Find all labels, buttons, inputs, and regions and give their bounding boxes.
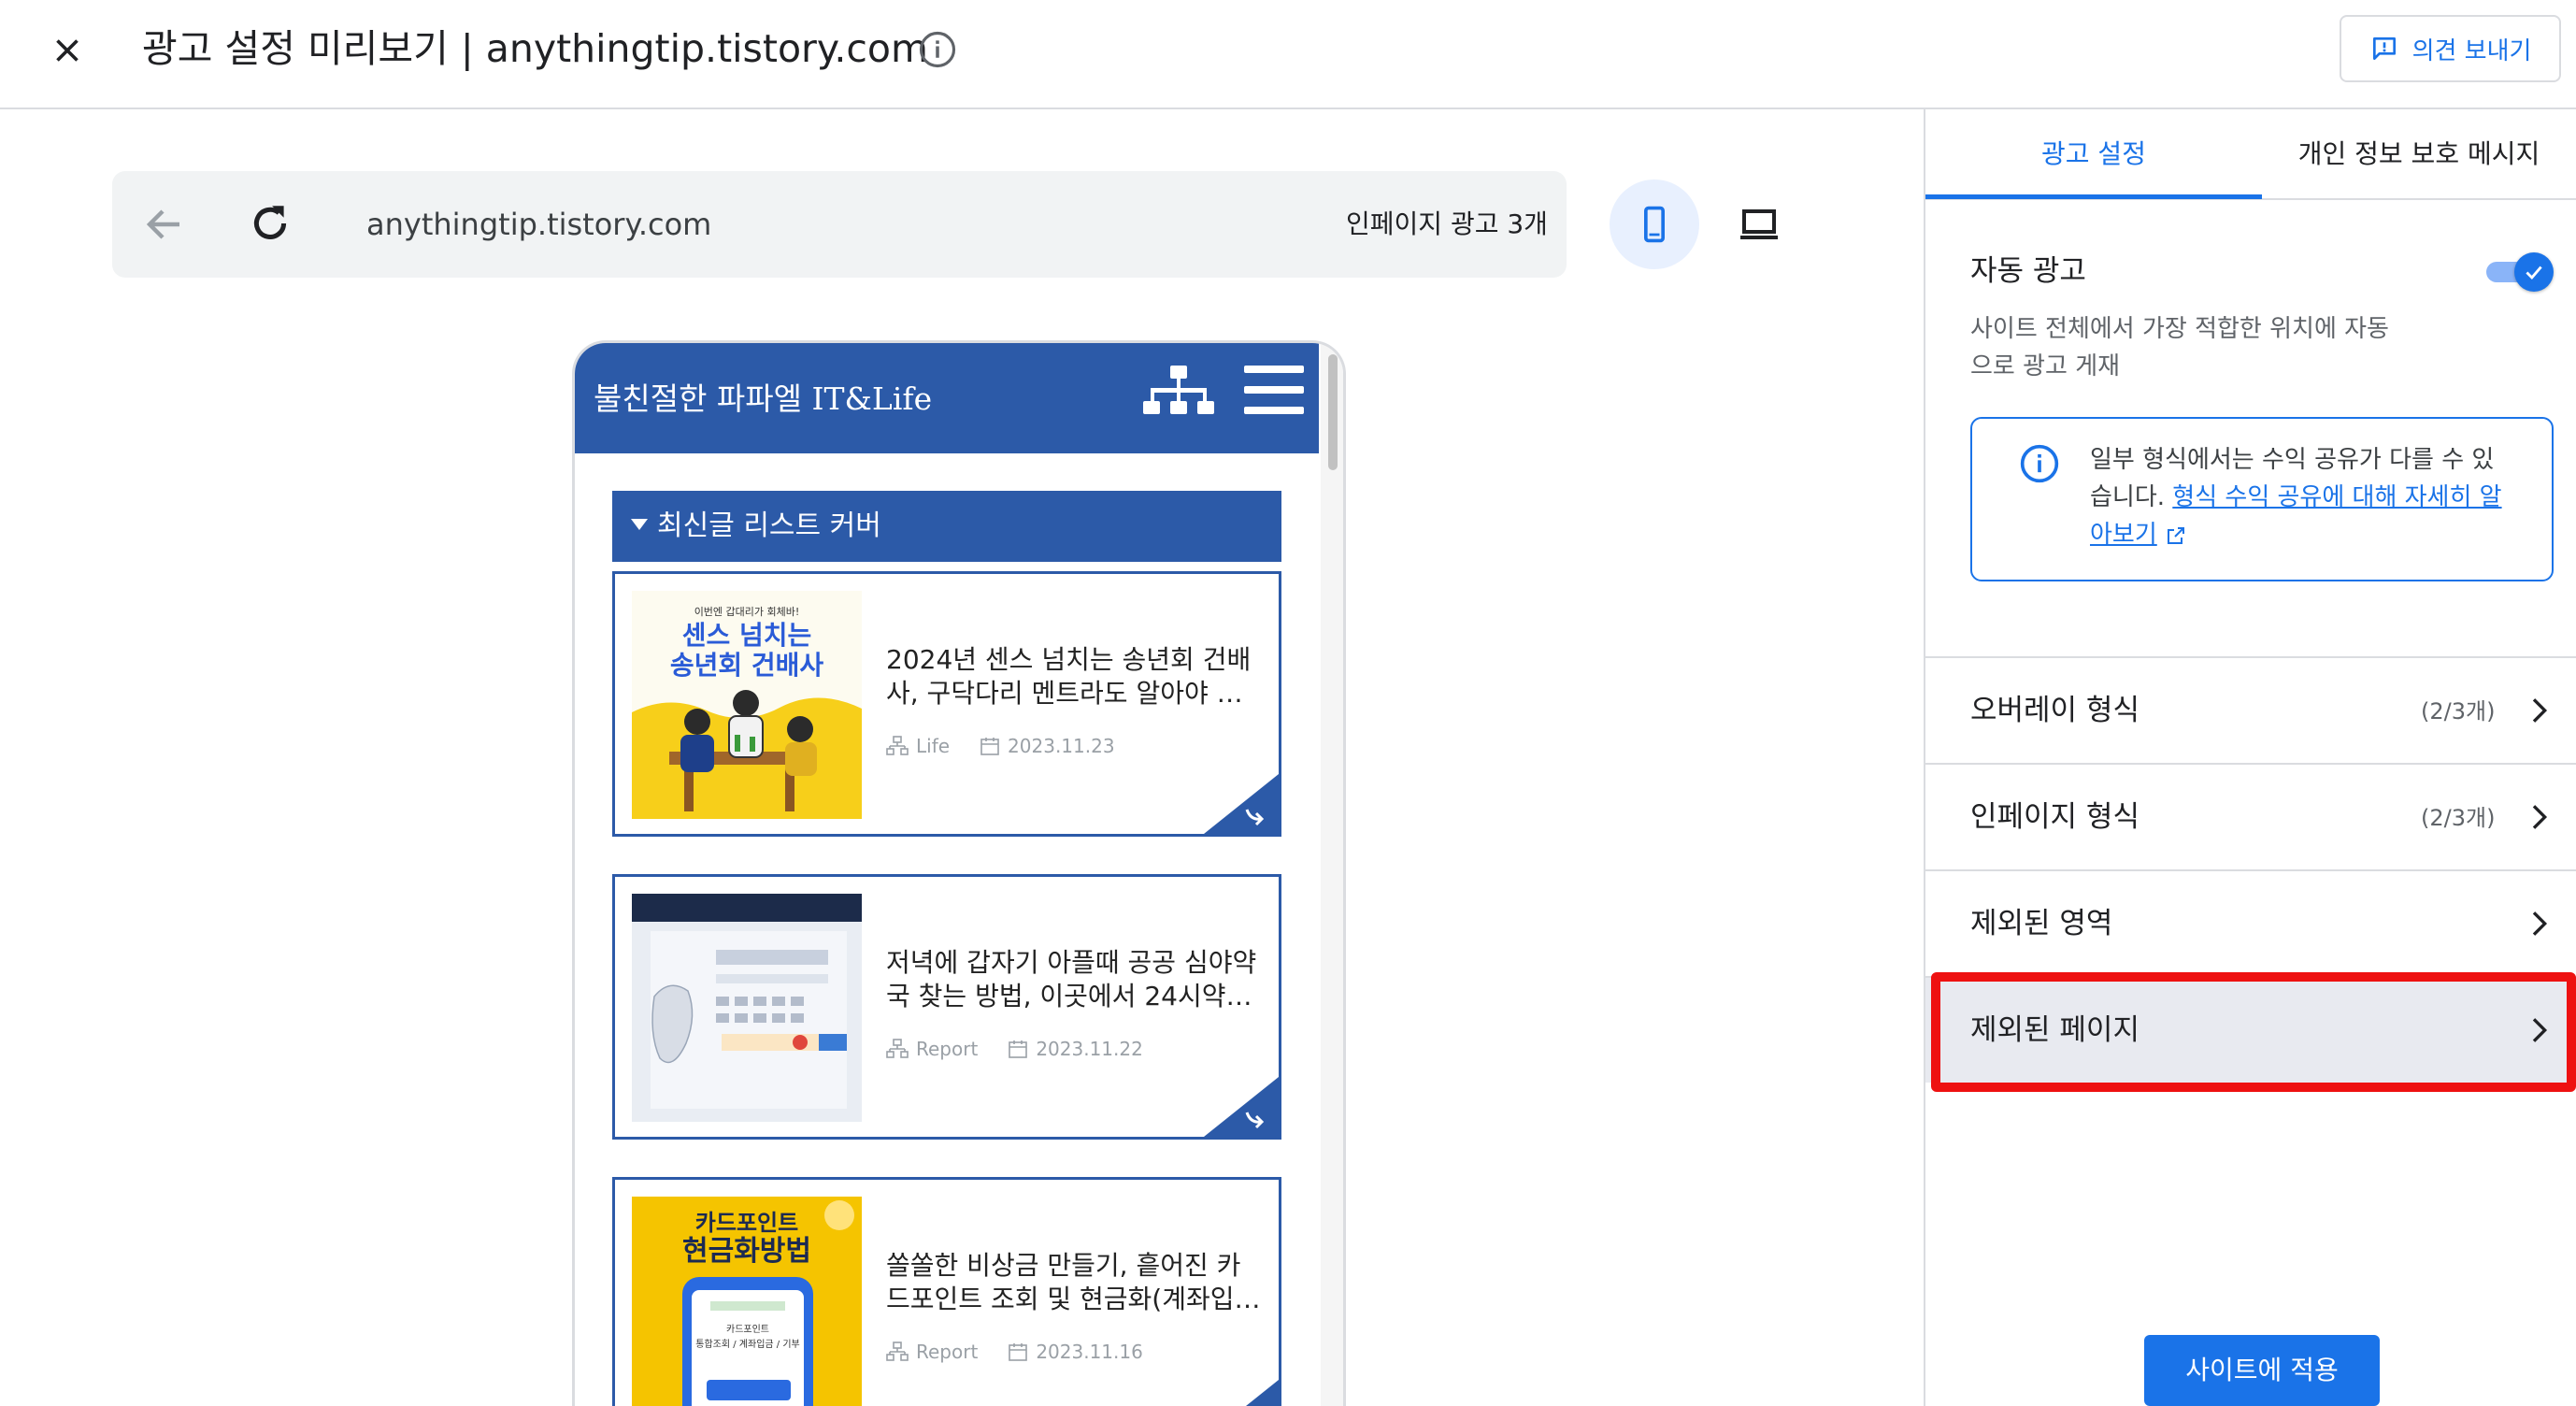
highlight-box	[1931, 972, 2576, 1092]
chevron-right-icon	[2532, 805, 2548, 829]
info-text-line2: 습니다.	[2090, 483, 2166, 511]
thumbnail-phone-text-2: 통합조회 / 계좌입금 / 기부	[695, 1340, 800, 1350]
desktop-view-button[interactable]	[1714, 179, 1804, 269]
page-title: 광고 설정 미리보기 | anythingtip.tistory.com	[142, 26, 928, 71]
post-meta: Life 2023.11.23	[886, 735, 1115, 757]
post-title-line1: 쏠쏠한 비상금 만들기, 흩어진 카	[886, 1250, 1241, 1281]
calendar-icon	[1009, 1343, 1028, 1361]
share-corner-icon[interactable]	[1204, 1077, 1279, 1137]
post-date: 2023.11.16	[1036, 1341, 1143, 1363]
preview-scroll-thumb[interactable]	[1328, 354, 1338, 470]
auto-ads-description-line2: 으로 광고 게재	[1970, 352, 2121, 380]
row-label: 오버레이 형식	[1970, 694, 2140, 727]
hamburger-menu-icon[interactable]	[1244, 364, 1304, 418]
calendar-icon	[1009, 1040, 1028, 1058]
blog-header: 불친절한 파파엘 IT&Life	[575, 343, 1319, 453]
top-bar: 광고 설정 미리보기 | anythingtip.tistory.com 의견 …	[0, 0, 2576, 109]
apply-to-site-button[interactable]: 사이트에 적용	[2144, 1335, 2380, 1406]
post-meta: Report 2023.11.16	[886, 1341, 1143, 1363]
post-title: 저녁에 갑자기 아플때 공공 심야약 국 찾는 방법, 이곳에서 24시약…	[886, 946, 1269, 1013]
auto-ads-toggle[interactable]	[2486, 252, 2554, 292]
section-label: 최신글 리스트 커버	[657, 509, 881, 542]
row-excluded-areas[interactable]: 제외된 영역	[1925, 869, 2576, 976]
category-icon	[886, 1039, 909, 1058]
toggle-knob	[2514, 252, 2554, 292]
laptop-icon	[1740, 209, 1778, 239]
row-count: (2/3개)	[2421, 698, 2496, 725]
post-category: Report	[916, 1038, 979, 1060]
category-icon	[886, 1341, 909, 1361]
post-title-line2: 사, 구닥다리 멘트라도 알아야 …	[886, 678, 1243, 709]
back-arrow-icon[interactable]	[142, 202, 187, 247]
post-title: 2024년 센스 넘치는 송년회 건배 사, 구닥다리 멘트라도 알아야 …	[886, 643, 1269, 710]
triangle-down-icon	[631, 518, 648, 530]
post-card[interactable]: 이번엔 갑대리가 회체바! 센스 넘치는 송년회 건배사 2024년 센스 넘치…	[612, 571, 1281, 837]
active-tab-indicator	[1925, 194, 2262, 199]
mobile-view-button[interactable]	[1610, 179, 1699, 269]
close-button[interactable]	[45, 28, 90, 73]
revenue-share-info-box: 일부 형식에서는 수익 공유가 다를 수 있 습니다. 형식 수익 공유에 대해…	[1970, 417, 2554, 581]
post-meta: Report 2023.11.22	[886, 1038, 1143, 1060]
post-date: 2023.11.22	[1036, 1038, 1143, 1060]
close-icon	[56, 39, 79, 62]
calendar-icon	[980, 738, 999, 755]
post-thumbnail: 카드포인트 현금화방법 카드포인트 통합조회 / 계좌입금 / 기부	[632, 1197, 862, 1406]
tab-privacy-messages[interactable]: 개인 정보 보호 메시지	[2262, 131, 2576, 198]
auto-ads-title: 자동 광고	[1970, 254, 2086, 288]
post-thumbnail	[632, 894, 862, 1122]
thumbnail-caption: 이번엔 갑대리가 회체바!	[694, 606, 800, 618]
sitemap-icon[interactable]	[1143, 366, 1214, 425]
info-text: 일부 형식에서는 수익 공유가 다를 수 있 습니다. 형식 수익 공유에 대해…	[2090, 441, 2529, 553]
inpage-ad-count: 인페이지 광고 3개	[1346, 208, 1548, 239]
post-title-line2: 국 찾는 방법, 이곳에서 24시약…	[886, 981, 1252, 1011]
post-card[interactable]: 저녁에 갑자기 아플때 공공 심야약 국 찾는 방법, 이곳에서 24시약… R…	[612, 874, 1281, 1140]
row-count: (2/3개)	[2421, 805, 2496, 831]
row-overlay-formats[interactable]: 오버레이 형식 (2/3개)	[1925, 656, 2576, 763]
row-label: 인페이지 형식	[1970, 800, 2140, 834]
post-title-line1: 2024년 센스 넘치는 송년회 건배	[886, 644, 1252, 675]
share-corner-icon[interactable]	[1204, 774, 1279, 834]
blog-title[interactable]: 불친절한 파파엘 IT&Life	[594, 377, 932, 422]
check-icon	[2526, 265, 2542, 280]
thumbnail-headline-2: 송년회 건배사	[669, 650, 824, 681]
open-in-new-icon[interactable]	[2165, 524, 2187, 547]
share-corner-icon[interactable]	[1204, 1380, 1279, 1406]
reload-icon[interactable]	[247, 200, 293, 247]
category-icon	[886, 736, 909, 755]
post-title: 쏠쏠한 비상금 만들기, 흩어진 카 드포인트 조회 및 현금화(계좌입…	[886, 1249, 1269, 1316]
learn-more-link[interactable]: 형식 수익 공유에 대해 자세히 알	[2172, 483, 2501, 511]
thumbnail-headline-1: 카드포인트	[694, 1210, 799, 1236]
learn-more-link-continued[interactable]: 아보기	[2090, 521, 2157, 549]
post-category: Life	[916, 735, 951, 757]
preview-url: anythingtip.tistory.com	[366, 207, 712, 242]
info-text-line1: 일부 형식에서는 수익 공유가 다를 수 있	[2090, 446, 2495, 474]
chevron-right-icon	[2532, 698, 2548, 723]
thumbnail-headline-1: 센스 넘치는	[681, 620, 812, 651]
post-title-line2: 드포인트 조회 및 현금화(계좌입…	[886, 1284, 1261, 1314]
send-feedback-label: 의견 보내기	[2411, 36, 2532, 65]
thumbnail-headline-2: 현금화방법	[682, 1235, 811, 1268]
feedback-icon	[2372, 37, 2396, 60]
post-thumbnail: 이번엔 갑대리가 회체바! 센스 넘치는 송년회 건배사	[632, 591, 862, 819]
info-icon[interactable]	[918, 30, 957, 69]
info-icon	[2020, 444, 2059, 483]
post-card[interactable]: 카드포인트 현금화방법 카드포인트 통합조회 / 계좌입금 / 기부 쏠쏠한 비…	[612, 1177, 1281, 1406]
row-inpage-formats[interactable]: 인페이지 형식 (2/3개)	[1925, 763, 2576, 869]
pharmacy-map-screenshot	[632, 894, 862, 1122]
row-label: 제외된 영역	[1970, 907, 2113, 940]
tab-ad-settings[interactable]: 광고 설정	[1925, 131, 2262, 198]
chevron-right-icon	[2532, 911, 2548, 936]
auto-ads-description: 사이트 전체에서 가장 적합한 위치에 자동 으로 광고 게재	[1970, 310, 2410, 385]
preview-scrollbar[interactable]	[1321, 343, 1343, 1406]
auto-ads-description-line1: 사이트 전체에서 가장 적합한 위치에 자동	[1970, 315, 2389, 343]
post-date: 2023.11.23	[1008, 735, 1115, 757]
mobile-preview-frame: 불친절한 파파엘 IT&Life 최신글 리스트 커버 이번엔 갑대리가 회체바…	[572, 340, 1346, 1406]
post-category: Report	[916, 1341, 979, 1363]
latest-posts-section: 최신글 리스트 커버	[612, 491, 1281, 562]
post-title-line1: 저녁에 갑자기 아플때 공공 심야약	[886, 947, 1257, 978]
thumbnail-phone-text-1: 카드포인트	[726, 1325, 769, 1335]
send-feedback-button[interactable]: 의견 보내기	[2340, 15, 2561, 82]
smartphone-icon	[1644, 206, 1665, 243]
